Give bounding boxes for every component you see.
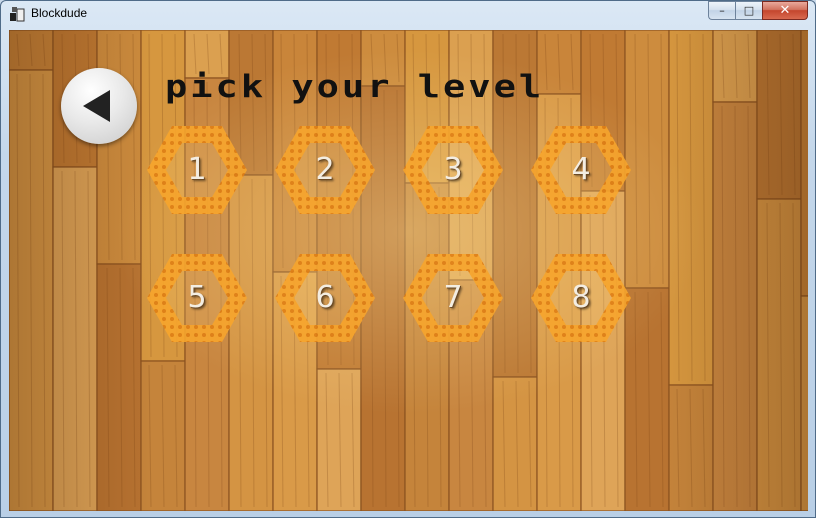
level-8-button[interactable]: 8 — [528, 251, 634, 345]
window-controls: – □ ✕ — [708, 1, 808, 20]
level-number: 5 — [187, 280, 207, 315]
back-button[interactable] — [61, 68, 137, 144]
level-number: 8 — [571, 280, 591, 315]
level-7-button[interactable]: 7 — [400, 251, 506, 345]
level-number: 1 — [187, 152, 207, 187]
maximize-button[interactable]: □ — [735, 1, 762, 20]
window-title: Blockdude — [31, 6, 88, 20]
level-number: 4 — [571, 152, 591, 187]
level-1-button[interactable]: 1 — [144, 123, 250, 217]
close-button[interactable]: ✕ — [762, 1, 808, 20]
game-canvas: pick your level 1 2 3 4 5 6 7 8 — [9, 30, 808, 511]
level-4-button[interactable]: 4 — [528, 123, 634, 217]
level-2-button[interactable]: 2 — [272, 123, 378, 217]
level-3-button[interactable]: 3 — [400, 123, 506, 217]
back-arrow-icon — [83, 90, 110, 122]
page-title: pick your level — [165, 68, 545, 105]
level-5-button[interactable]: 5 — [144, 251, 250, 345]
level-number: 7 — [443, 280, 463, 315]
title-bar[interactable]: Blockdude – □ ✕ — [1, 1, 815, 27]
minimize-button[interactable]: – — [708, 1, 735, 20]
app-icon — [10, 7, 25, 22]
app-window: Blockdude – □ ✕ pick your level 1 2 3 4 5 6 7 8 — [0, 0, 816, 518]
level-number: 2 — [315, 152, 335, 187]
level-number: 6 — [315, 280, 335, 315]
level-6-button[interactable]: 6 — [272, 251, 378, 345]
level-number: 3 — [443, 152, 463, 187]
